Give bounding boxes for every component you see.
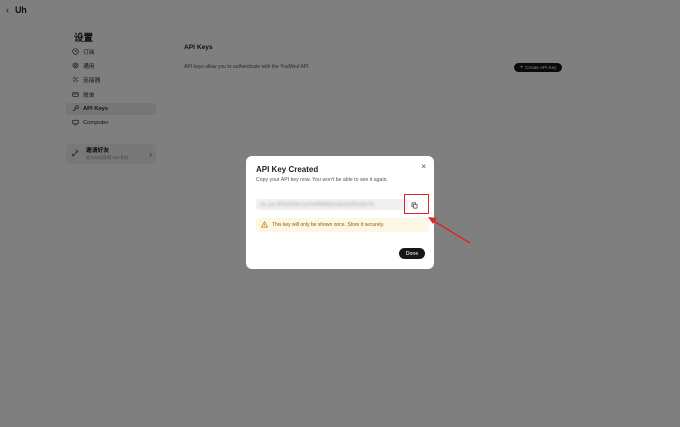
annotation-arrow-icon	[428, 217, 471, 244]
app-window: ‹ Uh 设置 订阅 通用 连接器 账单	[0, 0, 680, 427]
